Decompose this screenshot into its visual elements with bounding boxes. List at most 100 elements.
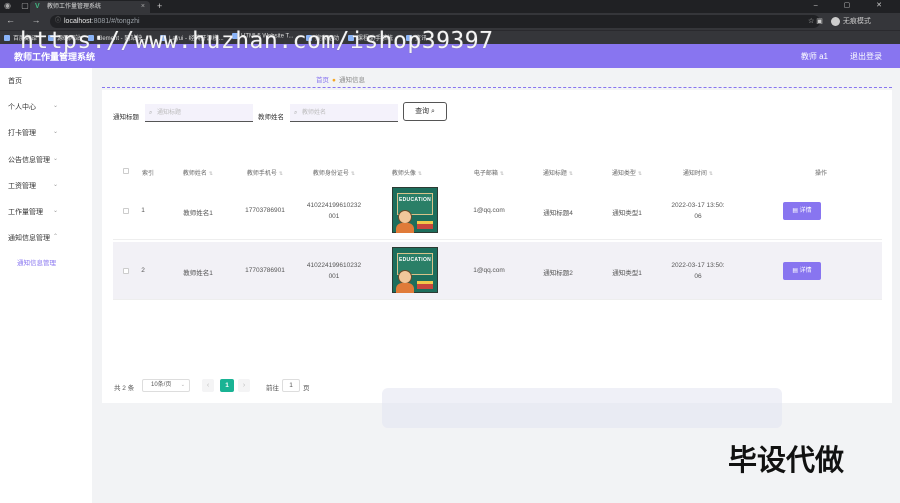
chevron-down-icon: ⌄	[52, 208, 58, 214]
sort-icon: ⇅	[278, 171, 284, 177]
bookmark-item[interactable]: 搜索驱动	[306, 33, 339, 42]
search-icon: ⌕	[149, 110, 153, 116]
chevron-down-icon: ⌄	[180, 382, 185, 388]
breadcrumb-current: 通知信息	[338, 77, 365, 84]
sort-icon: ⇅	[708, 171, 714, 177]
cell-type: 通知类型1	[612, 210, 642, 217]
detail-button[interactable]: ▤ 详情	[783, 262, 821, 280]
new-tab-button[interactable]: +	[157, 0, 162, 12]
col-header[interactable]: 教师头像 ⇅	[392, 168, 422, 177]
col-header[interactable]: 通知类型 ⇅	[612, 168, 642, 177]
sidebar-item-home[interactable]: 首页	[0, 73, 92, 87]
logout-button[interactable]: 退出登录	[850, 51, 882, 62]
cell-type: 通知类型1	[612, 270, 642, 277]
query-button[interactable]: 查询 ⌕	[403, 102, 447, 121]
window-controls[interactable]: – ▢ ✕	[814, 0, 894, 12]
next-page-button[interactable]: ›	[238, 379, 250, 392]
col-header[interactable]: 通知标题 ⇅	[543, 168, 573, 177]
sidebar-item-notifications[interactable]: 通知信息管理 ⌃	[0, 230, 92, 244]
sidebar-item-label: 通知信息管理	[8, 235, 50, 242]
cell-id: 410224199610232 001	[306, 262, 362, 280]
sidebar-item-label: 工资管理	[8, 183, 36, 190]
bookmark-icon	[232, 33, 238, 39]
query-button-label: 查询	[415, 108, 430, 115]
table-header: 索引 教师姓名 ⇅ 教师手机号 ⇅ 教师身份证号 ⇅ 教师头像 ⇅ 电子邮箱 ⇅ 通知标题…	[113, 163, 882, 180]
breadcrumb: 首页 ● 通知信息	[316, 74, 365, 84]
search-name-input[interactable]: ⌕ 教师姓名	[290, 104, 398, 122]
sidebar: 首页 个人中心 ⌄ 打卡管理 ⌄ 公告信息管理 ⌄ 工资管理 ⌄ 工作量管理 ⌄…	[0, 68, 92, 503]
bookmark-item[interactable]: Element - 网站快...	[88, 33, 147, 42]
table-row[interactable]: 2 教师姓名1 17703786901 410224199610232 001 E…	[113, 242, 882, 300]
sidebar-item-label: 工作量管理	[8, 209, 43, 216]
detail-button[interactable]: ▤ 详情	[783, 202, 821, 220]
col-header[interactable]: 电子邮箱 ⇅	[474, 168, 504, 177]
content-panel: 通知标题 ⌕ 通知标题 教师姓名 ⌕ 教师姓名 查询 ⌕ 索引 教师姓名 ⇅ 教师…	[102, 90, 892, 403]
address-bar-row: ← → ⟳ ⓘ localhost:8081/#/tongzhi ☆ ▣ 无痕模式	[0, 13, 900, 30]
pagination-total: 共 2 条	[114, 385, 135, 392]
sidebar-item-workload[interactable]: 工作量管理 ⌄	[0, 204, 92, 218]
bookmark-item[interactable]: 源码网站	[48, 33, 81, 42]
url-host: localhost	[64, 18, 92, 25]
bookmark-icon	[306, 35, 312, 42]
page-size-select[interactable]: 10条/页 ⌄	[142, 379, 190, 392]
sidebar-item-salary[interactable]: 工资管理 ⌄	[0, 178, 92, 192]
browser-tab[interactable]: V 教师工作量管理系统 ×	[30, 1, 150, 13]
prev-page-button[interactable]: ‹	[202, 379, 214, 392]
sidebar-item-label: 打卡管理	[8, 130, 36, 137]
url-field[interactable]: ⓘ localhost:8081/#/tongzhi	[50, 15, 820, 28]
goto-page-input[interactable]: 1	[282, 379, 300, 392]
cell-email: 1@qq.com	[473, 267, 505, 274]
bookmark-item[interactable]: 课程助手系统	[348, 33, 393, 42]
col-header[interactable]: 教师手机号 ⇅	[247, 168, 283, 177]
chevron-up-icon: ⌃	[52, 234, 58, 240]
divider	[102, 87, 892, 88]
sidebar-item-announcements[interactable]: 公告信息管理 ⌄	[0, 152, 92, 166]
bookmark-icon	[48, 35, 54, 42]
bookmarks-bar: 百度翻译 源码网站 Element - 网站快... Layui - 经典开源模…	[0, 30, 900, 44]
bookmark-icon	[88, 35, 94, 42]
select-all-checkbox[interactable]	[123, 168, 129, 174]
col-header[interactable]: 通知时间 ⇅	[683, 168, 713, 177]
page-number[interactable]: 1	[220, 379, 234, 392]
bookmark-icon	[348, 35, 354, 42]
row-checkbox[interactable]	[123, 208, 129, 214]
sidebar-item-label: 公告信息管理	[8, 157, 50, 164]
address-bar-actions[interactable]: ☆ ▣ 无痕模式	[808, 16, 871, 26]
bookmark-item[interactable]: HTML5 Website T...	[232, 33, 293, 40]
profile-icon[interactable]	[830, 16, 840, 26]
cell-phone: 17703786901	[245, 267, 285, 274]
search-icon: ⌕	[431, 108, 435, 115]
bookmark-item[interactable]: 资讯	[406, 33, 427, 42]
row-checkbox[interactable]	[123, 268, 129, 274]
search-title-input[interactable]: ⌕ 通知标题	[145, 104, 253, 122]
col-header[interactable]: 教师姓名 ⇅	[183, 168, 213, 177]
col-header[interactable]: 教师身份证号 ⇅	[313, 168, 355, 177]
bookmark-item[interactable]: Layui - 经典开源模...	[160, 33, 224, 42]
sidebar-item-profile[interactable]: 个人中心 ⌄	[0, 99, 92, 113]
sort-icon: ⇅	[637, 171, 643, 177]
search-name-placeholder: 教师姓名	[302, 110, 327, 116]
tab-title: 教师工作量管理系统	[47, 4, 102, 10]
cell-time: 2022-03-17 13:50: 06	[671, 202, 725, 220]
browser-tab-bar: ◉ ▢ V 教师工作量管理系统 × + – ▢ ✕	[0, 0, 900, 13]
info-icon[interactable]: ⓘ	[55, 15, 61, 28]
tab-close-icon[interactable]: ×	[141, 1, 145, 13]
sidebar-item-attendance[interactable]: 打卡管理 ⌄	[0, 125, 92, 139]
search-title-placeholder: 通知标题	[157, 110, 182, 116]
sort-icon: ⇅	[350, 171, 356, 177]
browser-menu-icon[interactable]: ◉ ▢	[4, 1, 33, 10]
sort-icon: ⇅	[499, 171, 505, 177]
cell-index: 2	[141, 267, 145, 274]
breadcrumb-home[interactable]: 首页	[316, 77, 329, 84]
goto-suffix: 页	[303, 385, 310, 392]
table-row[interactable]: 1 教师姓名1 17703786901 410224199610232 001 E…	[113, 182, 882, 240]
vue-logo-icon: V	[35, 3, 40, 10]
bookmark-item[interactable]: 百度翻译	[4, 33, 37, 42]
cell-phone: 17703786901	[245, 207, 285, 214]
col-header: 索引	[141, 171, 155, 177]
sidebar-subitem-notification-manage[interactable]: 通知信息管理	[17, 257, 56, 267]
cell-title: 通知标题2	[543, 270, 573, 277]
cell-name: 教师姓名1	[183, 210, 213, 217]
app-title: 教师工作量管理系统	[14, 52, 96, 62]
teacher-avatar: EDUCATION	[392, 247, 438, 293]
